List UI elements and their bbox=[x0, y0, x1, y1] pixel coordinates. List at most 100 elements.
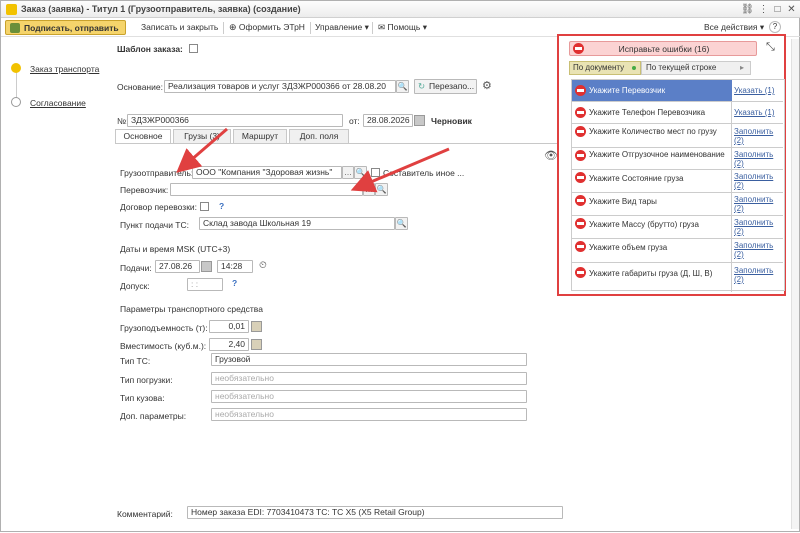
shipper-more-icon[interactable]: … bbox=[342, 166, 354, 179]
error-action-link[interactable]: Указать (1) bbox=[734, 86, 775, 95]
error-row[interactable]: Укажите Перевозчик Указать (1) bbox=[572, 80, 783, 102]
nav-approval-link[interactable]: Согласование bbox=[30, 98, 86, 108]
contract-help-icon[interactable]: ? bbox=[219, 201, 224, 211]
active-dot-icon bbox=[632, 66, 636, 70]
calculator-icon[interactable] bbox=[251, 339, 262, 350]
link-icon[interactable]: ⛓ bbox=[741, 3, 754, 16]
by-row-button[interactable]: По текущей строке ▸ bbox=[641, 61, 751, 75]
error-row[interactable]: Укажите Телефон Перевозчика Указать (1) bbox=[572, 102, 783, 124]
close-icon[interactable]: ✕ bbox=[785, 3, 798, 16]
volume-field[interactable]: 2,40 bbox=[209, 338, 249, 351]
error-row[interactable]: Укажите объем груза Заполнить (2) bbox=[572, 239, 783, 263]
carrier-label: Перевозчик: bbox=[120, 185, 169, 195]
error-action-link[interactable]: Заполнить (2) bbox=[734, 241, 780, 259]
template-checkbox[interactable] bbox=[189, 44, 198, 53]
shipper-field[interactable]: ООО "Компания "Здоровая жизнь" bbox=[192, 166, 342, 179]
scrollbar[interactable] bbox=[791, 39, 799, 529]
sign-send-button[interactable]: Подписать, отправить bbox=[5, 20, 126, 35]
error-icon bbox=[575, 85, 586, 96]
error-row[interactable]: Укажите Отгрузочное наименование Заполни… bbox=[572, 148, 783, 170]
all-actions-menu[interactable]: Все действия ▾ bbox=[704, 20, 764, 35]
manage-label: Управление bbox=[315, 22, 363, 32]
app-window: Заказ (заявка) - Титул 1 (Грузоотправите… bbox=[0, 0, 800, 532]
repost-button[interactable]: ↻ Перезапо... bbox=[414, 79, 477, 94]
toolbar-divider bbox=[372, 22, 373, 34]
by-document-label: По документу bbox=[573, 63, 625, 72]
maximize-icon[interactable]: □ bbox=[771, 3, 784, 16]
error-row[interactable]: Укажите габариты груза (Д, Ш, В) Заполни… bbox=[572, 263, 783, 289]
errors-title: Исправьте ошибки (16) bbox=[618, 44, 710, 54]
capacity-field[interactable]: 0,01 bbox=[209, 320, 249, 333]
error-action-link[interactable]: Заполнить (2) bbox=[734, 195, 780, 213]
other-checkbox[interactable] bbox=[371, 168, 380, 177]
help-label: Помощь bbox=[387, 22, 421, 32]
comment-field[interactable]: Номер заказа EDI: 7703410473 TC: TC X5 (… bbox=[187, 506, 563, 519]
extra-params-field[interactable]: необязательно bbox=[211, 408, 527, 421]
error-row[interactable]: Укажите Массу (брутто) груза Заполнить (… bbox=[572, 216, 783, 239]
supply-date-field[interactable]: 27.08.26 bbox=[155, 260, 200, 273]
carrier-more-icon[interactable]: … bbox=[363, 183, 375, 196]
by-document-button[interactable]: По документу bbox=[569, 61, 641, 75]
help-menu[interactable]: ✉ Помощь ▾ bbox=[378, 20, 427, 35]
error-action-link[interactable]: Заполнить (2) bbox=[734, 218, 780, 236]
pickup-search-icon[interactable]: 🔍 bbox=[395, 217, 408, 230]
error-action-link[interactable]: Заполнить (2) bbox=[734, 172, 780, 190]
tab-extra-fields[interactable]: Доп. поля bbox=[289, 129, 349, 144]
more-icon[interactable]: ⋮ bbox=[757, 3, 770, 16]
clock-icon[interactable]: ⏲ bbox=[259, 260, 267, 271]
error-action-link[interactable]: Заполнить (2) bbox=[734, 150, 780, 168]
contract-checkbox[interactable] bbox=[200, 202, 209, 211]
calculator-icon[interactable] bbox=[251, 321, 262, 332]
error-icon bbox=[575, 172, 586, 183]
body-type-field[interactable]: необязательно bbox=[211, 390, 527, 403]
step-active-icon bbox=[11, 63, 21, 73]
error-icon bbox=[575, 107, 586, 118]
error-row[interactable]: Укажите Количество мест по грузу Заполни… bbox=[572, 124, 783, 148]
num-field[interactable]: ЗДЗЖР000366 bbox=[127, 114, 343, 127]
help-icon[interactable]: ? bbox=[769, 21, 781, 33]
etrn-button[interactable]: ⊕ Оформить ЭТрН bbox=[229, 20, 305, 35]
error-text: Укажите габариты груза (Д, Ш, В) bbox=[589, 269, 713, 278]
error-icon bbox=[575, 195, 586, 206]
admit-time-field[interactable]: : : bbox=[187, 278, 223, 291]
date-field[interactable]: 28.08.2026 bbox=[363, 114, 413, 127]
carrier-field[interactable] bbox=[170, 183, 363, 196]
comment-label: Комментарий: bbox=[117, 509, 173, 519]
template-label: Шаблон заказа: bbox=[117, 44, 183, 54]
chevron-right-icon: ▸ bbox=[739, 63, 744, 72]
load-type-field[interactable]: необязательно bbox=[211, 372, 527, 385]
error-icon bbox=[575, 126, 586, 137]
error-text: Укажите Массу (брутто) груза bbox=[589, 220, 699, 229]
calendar-icon[interactable] bbox=[201, 261, 212, 272]
supply-time-field[interactable]: 14:28 bbox=[217, 260, 253, 273]
nav-order-link[interactable]: Заказ транспорта bbox=[30, 64, 99, 74]
calendar-icon[interactable] bbox=[414, 115, 425, 126]
eye-icon[interactable]: 👁 bbox=[544, 149, 558, 162]
ts-type-field[interactable]: Грузовой bbox=[211, 353, 527, 366]
error-action-link[interactable]: Указать (1) bbox=[734, 108, 775, 117]
error-action-link[interactable]: Заполнить (2) bbox=[734, 266, 780, 284]
load-type-label: Тип погрузки: bbox=[120, 375, 173, 385]
settings-gear-icon[interactable]: ⚙ bbox=[482, 79, 492, 92]
repost-label: Перезапо... bbox=[429, 81, 475, 91]
error-action-link[interactable]: Заполнить (2) bbox=[734, 127, 780, 145]
error-text: Укажите Количество мест по грузу bbox=[589, 127, 717, 136]
error-text: Укажите объем груза bbox=[589, 243, 668, 252]
tab-cargo[interactable]: Грузы (3) bbox=[173, 129, 231, 144]
manage-menu[interactable]: Управление ▾ bbox=[315, 20, 369, 35]
shipper-search-icon[interactable]: 🔍 bbox=[354, 166, 367, 179]
basis-search-icon[interactable]: 🔍 bbox=[396, 80, 409, 93]
admit-help-icon[interactable]: ? bbox=[232, 278, 237, 288]
errors-panel: Исправьте ошибки (16) ⤡ По документу По … bbox=[557, 34, 786, 296]
chevron-down-icon: ▾ bbox=[759, 22, 765, 32]
pickup-field[interactable]: Склад завода Школьная 19 bbox=[199, 217, 395, 230]
carrier-search-icon[interactable]: 🔍 bbox=[375, 183, 388, 196]
error-row[interactable]: Укажите Вид тары Заполнить (2) bbox=[572, 193, 783, 216]
collapse-icon[interactable]: ⤡ bbox=[766, 41, 775, 54]
app-logo-icon bbox=[6, 4, 17, 15]
tab-route[interactable]: Маршрут bbox=[233, 129, 287, 144]
tab-main[interactable]: Основное bbox=[115, 129, 171, 144]
basis-field[interactable]: Реализация товаров и услуг ЗДЗЖР000366 о… bbox=[164, 80, 396, 93]
error-row[interactable]: Укажите Состояние груза Заполнить (2) bbox=[572, 170, 783, 193]
save-close-button[interactable]: Записать и закрыть bbox=[141, 20, 218, 35]
